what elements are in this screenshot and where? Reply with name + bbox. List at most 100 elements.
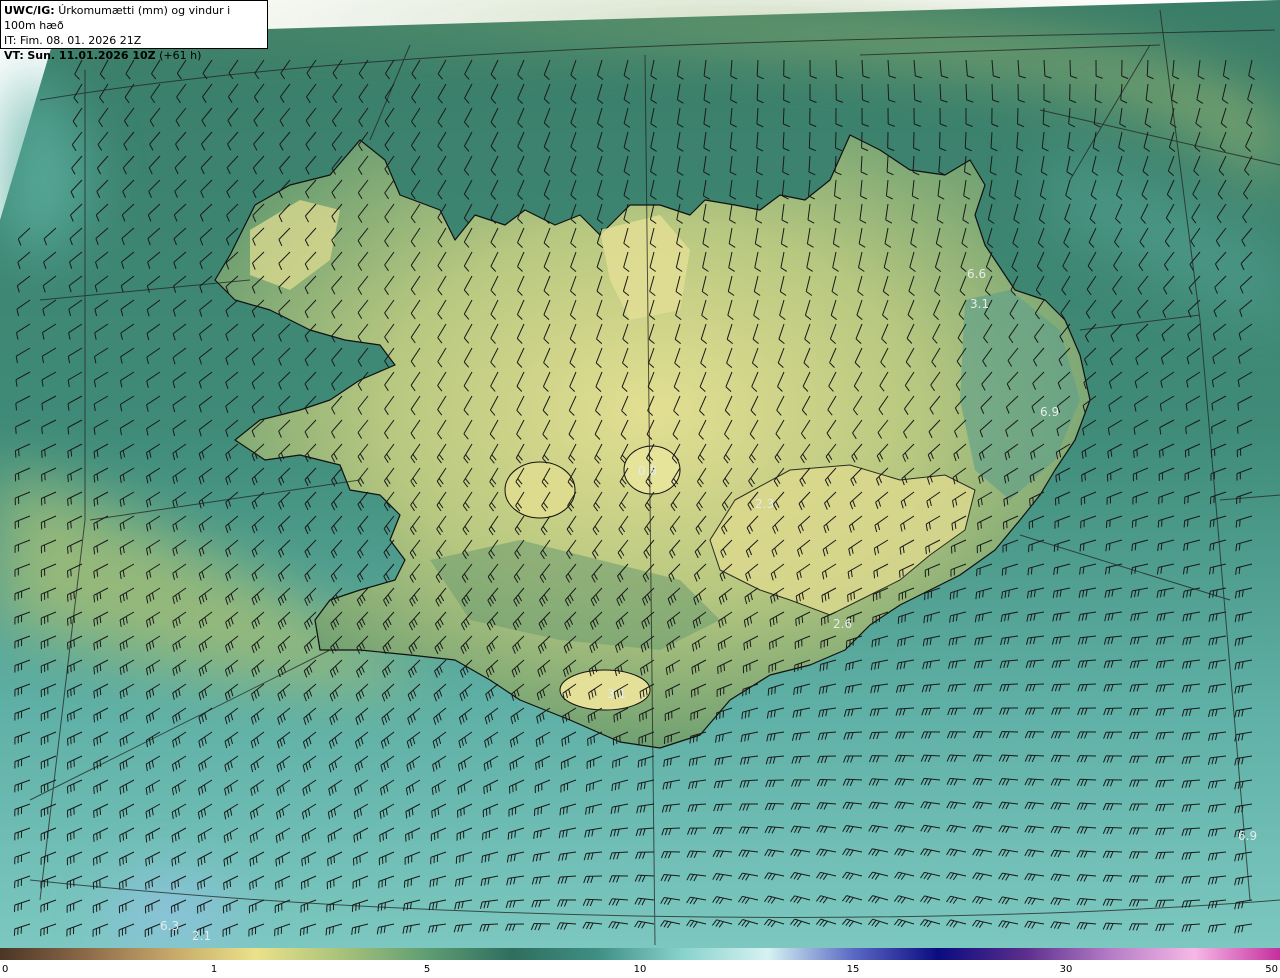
- wind-barb-feather: [1239, 519, 1241, 527]
- wind-barb-feather: [748, 710, 750, 718]
- wind-barb-feather: [1136, 449, 1138, 457]
- wind-barb-feather: [44, 449, 46, 457]
- wind-barb: [1157, 851, 1175, 853]
- wind-barb-feather: [508, 786, 511, 794]
- wind-barb-feather: [613, 715, 615, 723]
- wind-barb-feather: [41, 427, 43, 435]
- wind-barb-feather: [67, 738, 69, 746]
- wind-barb-feather: [255, 879, 257, 887]
- wind-barb: [1157, 779, 1175, 782]
- wind-barb: [835, 59, 838, 77]
- wind-barb-feather: [774, 686, 776, 694]
- wind-barb-feather: [1185, 427, 1187, 435]
- wind-barb-feather: [93, 810, 95, 819]
- wind-barb-feather: [642, 713, 644, 721]
- wind-barb-feather: [671, 687, 674, 696]
- wind-barb-feather: [819, 664, 822, 672]
- wind-barb-feather: [1030, 567, 1033, 575]
- wind-barb-feather: [73, 687, 75, 695]
- wind-barb-feather: [1079, 544, 1082, 552]
- wind-barb-feather: [1159, 450, 1161, 458]
- wind-barb-feather: [382, 833, 384, 841]
- wind-barb-feather: [67, 666, 69, 674]
- wind-barb-feather: [405, 834, 407, 842]
- wind-barb-feather: [982, 590, 984, 598]
- glacier-langjokull: [504, 461, 576, 519]
- wind-barb-feather: [488, 854, 490, 862]
- wind-barb-feather: [484, 855, 487, 863]
- wind-barb-feather: [70, 689, 72, 697]
- wind-barb-feather: [252, 881, 254, 889]
- wind-barb-feather: [327, 858, 329, 866]
- wind-barb: [1105, 803, 1123, 805]
- wind-barb-feather: [1134, 543, 1137, 551]
- wind-barb-feather: [1209, 520, 1212, 528]
- wind-barb-feather: [67, 714, 69, 722]
- wind-barb: [1001, 683, 1019, 686]
- wind-barb-feather: [429, 880, 432, 888]
- wind-barb-feather: [70, 617, 72, 625]
- wind-barb-feather: [70, 665, 72, 673]
- wind-barb-feather: [145, 882, 147, 890]
- wind-barb-feather: [197, 882, 199, 891]
- wind-barb-feather: [73, 783, 75, 791]
- wind-barb-feather: [125, 855, 127, 863]
- wind-barb-feather: [432, 879, 435, 887]
- wind-barb-feather: [1212, 543, 1215, 551]
- wind-barb-feather: [562, 807, 565, 815]
- wind-barb-feather: [950, 546, 953, 554]
- wind-barb-feather: [67, 475, 69, 483]
- wind-barb-feather: [119, 858, 121, 866]
- wind-barb: [1079, 683, 1097, 686]
- wind-barb-feather: [795, 619, 797, 627]
- wind-barb: [1001, 731, 1019, 733]
- wind-barb-feather: [73, 639, 75, 647]
- wind-barb: [533, 899, 551, 902]
- wind-barb: [1069, 59, 1071, 77]
- wind-barb-feather: [41, 450, 43, 458]
- wind-barb-feather: [878, 638, 880, 646]
- wind-barb-feather: [431, 811, 433, 819]
- wind-barb: [975, 731, 993, 733]
- wind-barb-feather: [73, 591, 75, 599]
- wind-barb-feather: [67, 451, 69, 459]
- wind-barb-feather: [926, 615, 929, 623]
- wind-barb-feather: [1133, 450, 1135, 459]
- wind-barb-feather: [99, 759, 102, 768]
- wind-barb-feather: [644, 758, 646, 766]
- wind-barb-feather: [229, 879, 232, 887]
- wind-barb-feather: [486, 785, 488, 793]
- wind-barb-feather: [723, 663, 725, 671]
- wind-barb-feather: [148, 881, 150, 889]
- wind-barb-feather: [1027, 568, 1030, 576]
- wind-barb-feather: [618, 782, 620, 790]
- wind-barb-feather: [67, 690, 69, 698]
- wind-barb-feather: [1235, 544, 1238, 552]
- wind-barb: [861, 83, 863, 101]
- wind-barb-feather: [70, 473, 72, 481]
- wind-barb-feather: [850, 593, 852, 601]
- wind-barb-feather: [800, 686, 802, 694]
- wind-barb-feather: [514, 830, 516, 838]
- wind-barb-feather: [359, 855, 361, 863]
- wind-barb-feather: [281, 879, 283, 887]
- wind-barb-feather: [515, 783, 517, 791]
- wind-barb-feather: [148, 857, 151, 865]
- wind-barb-feather: [96, 737, 99, 745]
- wind-barb-feather: [1005, 567, 1007, 575]
- wind-barb-feather: [15, 426, 17, 434]
- wind-barb-feather: [70, 497, 72, 505]
- wind-barb-feather: [566, 806, 568, 814]
- wind-barb-feather: [798, 617, 800, 625]
- wind-barb-feather: [853, 591, 855, 599]
- wind-barb-feather: [511, 831, 513, 839]
- wind-barb-feather: [249, 882, 251, 890]
- wind-barb-feather: [614, 783, 617, 791]
- wind-barb-feather: [70, 785, 72, 793]
- wind-barb-feather: [67, 594, 69, 602]
- wind-barb-feather: [408, 833, 410, 841]
- wind-barb-feather: [977, 522, 979, 531]
- wind-barb-feather: [411, 831, 413, 839]
- wind-barb-feather: [925, 547, 927, 555]
- wind-barb-feather: [1105, 544, 1108, 552]
